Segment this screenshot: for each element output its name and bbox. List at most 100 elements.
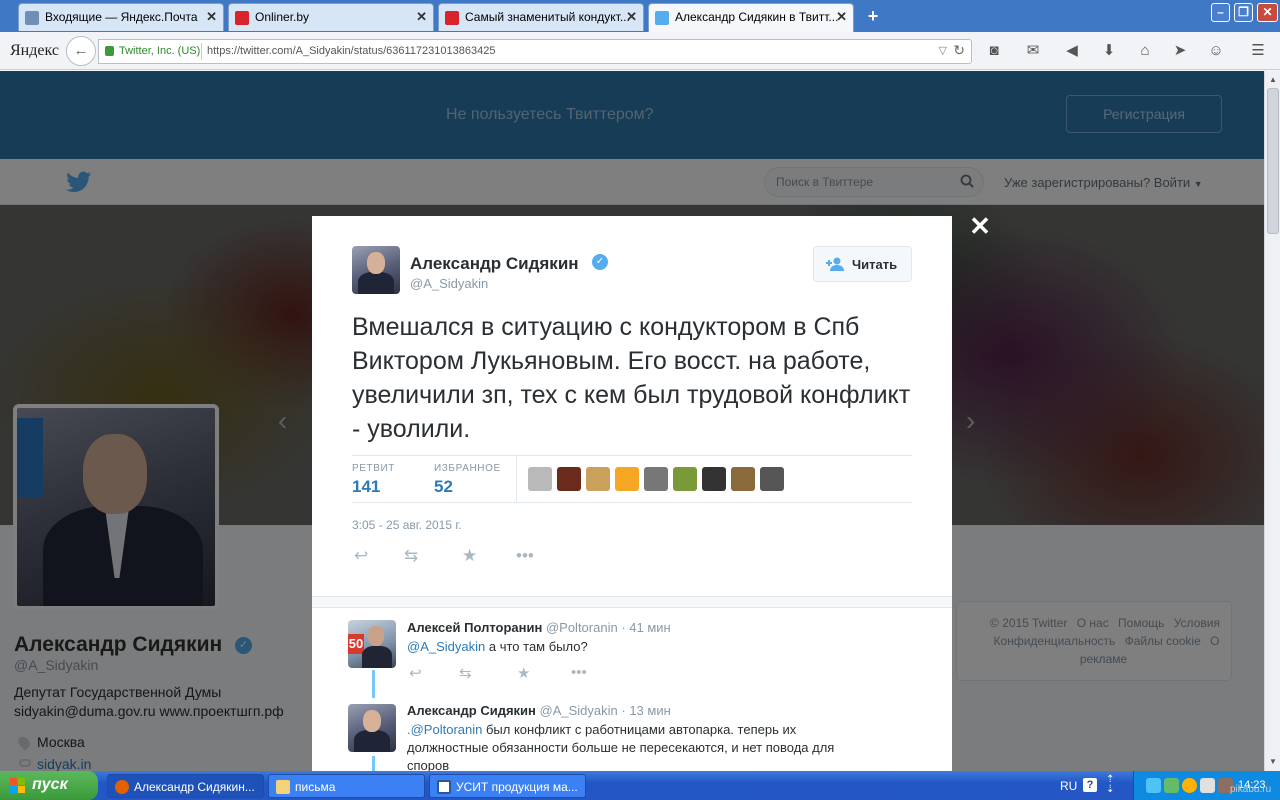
reload-icon[interactable]: ↻ xyxy=(953,42,965,59)
avatar-head xyxy=(367,252,385,274)
tab-yandex-mail[interactable]: Входящие — Яндекс.Почта ✕ xyxy=(18,3,224,31)
address-bar[interactable]: Twitter, Inc. (US) https://twitter.com/A… xyxy=(98,39,972,64)
favorite-stat[interactable]: ИЗБРАННОЕ 52 xyxy=(434,463,501,497)
reply-avatar[interactable]: 50 xyxy=(348,620,396,668)
scroll-up-icon[interactable]: ▲ xyxy=(1266,73,1280,87)
tab-title: Александр Сидякин в Твитт... xyxy=(675,10,839,24)
reply-line: споров xyxy=(407,758,450,771)
tray-app-icon[interactable] xyxy=(1200,778,1215,793)
maximize-button[interactable]: ❐ xyxy=(1234,3,1253,22)
scroll-down-icon[interactable]: ▼ xyxy=(1266,755,1280,769)
more-icon[interactable]: ••• xyxy=(571,664,587,681)
reply-text: .@Poltoranin был конфликт с работницами … xyxy=(407,721,907,771)
mention-link[interactable]: @A_Sidyakin xyxy=(407,639,485,654)
close-modal-icon[interactable]: ✕ xyxy=(969,213,991,239)
reply-line: .@Poltoranin был конфликт с работницами … xyxy=(407,721,907,739)
history-dropdown-icon[interactable]: ▽ xyxy=(939,44,947,57)
home-icon[interactable]: ⌂ xyxy=(1135,41,1155,61)
tab-conductor[interactable]: Самый знаменитый кондукт... ✕ xyxy=(438,3,644,31)
browser-toolbar: Яндекс ← Twitter, Inc. (US) https://twit… xyxy=(0,32,1280,70)
tray-arrows-icon[interactable]: ⇡ ⇣ xyxy=(1106,775,1114,795)
tab-twitter[interactable]: Александр Сидякин в Твитт... ✕ xyxy=(648,3,854,32)
help-icon[interactable]: ? xyxy=(1083,778,1097,792)
task-label: Александр Сидякин... xyxy=(134,780,255,794)
favoriter-avatar[interactable] xyxy=(615,467,639,491)
more-icon[interactable]: ••• xyxy=(516,546,534,566)
watermark: pikabu.ru xyxy=(1230,784,1272,795)
reply-handle[interactable]: @Poltoranin xyxy=(546,620,618,635)
favoriter-avatar[interactable] xyxy=(731,467,755,491)
reply-time[interactable]: · 41 мин xyxy=(621,620,670,635)
reply-header: Алексей Полторанин @Poltoranin · 41 мин xyxy=(407,620,671,635)
menu-icon[interactable]: ☰ xyxy=(1248,41,1268,61)
reply-time[interactable]: · 13 мин xyxy=(621,703,670,718)
tray-app-icon[interactable] xyxy=(1182,778,1197,793)
favoriter-avatar[interactable] xyxy=(702,467,726,491)
tab-close-icon[interactable]: ✕ xyxy=(836,9,847,25)
chat-icon[interactable]: ☺ xyxy=(1206,41,1226,61)
reply-body: был конфликт с работницами автопарка. те… xyxy=(485,722,797,737)
tab-close-icon[interactable]: ✕ xyxy=(416,9,427,25)
windows-taskbar: пуск Александр Сидякин... письма УСИТ пр… xyxy=(0,771,1280,800)
favoriter-avatar[interactable] xyxy=(528,467,552,491)
minimize-button[interactable]: – xyxy=(1211,3,1230,22)
author-name[interactable]: Александр Сидякин xyxy=(410,254,579,274)
reply-author-name[interactable]: Александр Сидякин xyxy=(407,703,536,718)
author-avatar[interactable] xyxy=(352,246,400,294)
download-icon[interactable]: ⬇ xyxy=(1099,41,1119,61)
tab-onliner[interactable]: Onliner.by ✕ xyxy=(228,3,434,31)
verified-badge-icon: ✓ xyxy=(592,254,608,270)
taskbar-item-word[interactable]: УСИТ продукция ма... xyxy=(429,774,586,798)
url-text[interactable]: https://twitter.com/A_Sidyakin/status/63… xyxy=(207,45,495,57)
site-identity[interactable]: Twitter, Inc. (US) xyxy=(119,45,200,57)
reply-author-name[interactable]: Алексей Полторанин xyxy=(407,620,542,635)
taskbar-item-folder[interactable]: письма xyxy=(268,774,425,798)
language-indicator[interactable]: RU xyxy=(1060,779,1077,793)
close-window-button[interactable]: ✕ xyxy=(1257,3,1278,22)
yandex-logo[interactable]: Яндекс xyxy=(10,42,59,60)
favoriter-avatar[interactable] xyxy=(644,467,668,491)
retweet-label: РЕТВИТ xyxy=(352,463,396,474)
new-tab-button[interactable]: + xyxy=(863,6,883,26)
scroll-thumb[interactable] xyxy=(1267,88,1279,234)
follow-label: Читать xyxy=(852,257,898,272)
folder-icon xyxy=(276,780,290,794)
pocket-icon[interactable]: ◙ xyxy=(984,41,1004,61)
mention-link[interactable]: .@Poltoranin xyxy=(407,722,482,737)
favoriter-avatar[interactable] xyxy=(760,467,784,491)
start-button[interactable]: пуск xyxy=(0,771,98,800)
replies-section: 50 Алексей Полторанин @Poltoranin · 41 м… xyxy=(312,596,952,771)
reply-handle[interactable]: @A_Sidyakin xyxy=(540,703,618,718)
favorite-count: 52 xyxy=(434,477,453,496)
retweet-stat[interactable]: РЕТВИТ 141 xyxy=(352,463,395,497)
reply-icon[interactable]: ↩ xyxy=(354,546,368,566)
favoriter-avatar[interactable] xyxy=(673,467,697,491)
back-button[interactable]: ← xyxy=(66,36,96,66)
speaker-icon[interactable]: ◀ xyxy=(1062,41,1082,61)
tray-app-icon[interactable] xyxy=(1164,778,1179,793)
tweet-text: Вмешался в ситуацию с кондуктором в Спб … xyxy=(352,313,911,443)
reply-body: а что там было? xyxy=(488,639,588,654)
follow-button[interactable]: Читать xyxy=(813,246,912,282)
send-icon[interactable]: ➤ xyxy=(1170,41,1190,61)
retweet-icon[interactable]: ⇆ xyxy=(459,664,472,682)
tweet-timestamp[interactable]: 3:05 - 25 авг. 2015 г. xyxy=(352,518,462,532)
onliner-favicon-icon xyxy=(235,11,249,25)
favorite-star-icon[interactable]: ★ xyxy=(462,546,477,566)
reply-avatar[interactable] xyxy=(348,704,396,752)
page-scrollbar[interactable]: ▲ ▼ xyxy=(1264,71,1280,771)
taskbar-item-firefox[interactable]: Александр Сидякин... xyxy=(107,774,264,798)
mail-icon[interactable]: ✉ xyxy=(1023,41,1043,61)
favoriter-avatar[interactable] xyxy=(586,467,610,491)
favoriter-avatar[interactable] xyxy=(557,467,581,491)
retweet-icon[interactable]: ⇆ xyxy=(404,546,418,566)
tab-close-icon[interactable]: ✕ xyxy=(626,9,637,25)
tab-close-icon[interactable]: ✕ xyxy=(206,9,217,25)
reply-line: должностные обязанности больше не пересе… xyxy=(407,740,835,755)
reply-icon[interactable]: ↩ xyxy=(409,664,422,682)
url-separator xyxy=(201,43,202,60)
task-label: письма xyxy=(295,780,336,794)
favorite-star-icon[interactable]: ★ xyxy=(517,664,530,682)
network-icon[interactable] xyxy=(1146,778,1161,793)
author-handle[interactable]: @A_Sidyakin xyxy=(410,276,488,291)
